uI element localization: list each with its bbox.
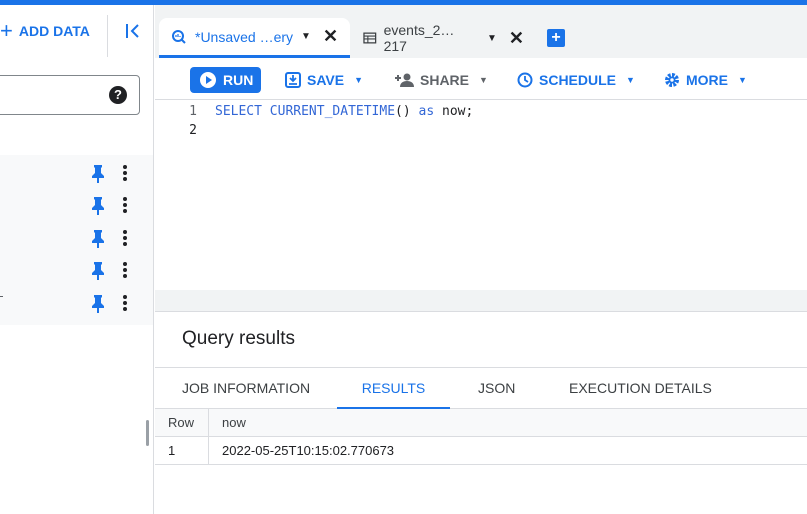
pin-icon[interactable] bbox=[90, 228, 106, 248]
pin-icon[interactable] bbox=[90, 195, 106, 215]
schedule-label: SCHEDULE bbox=[539, 72, 617, 88]
pin-icon[interactable] bbox=[90, 293, 106, 313]
run-label: RUN bbox=[223, 72, 254, 88]
chevron-down-icon[interactable]: ▼ bbox=[487, 33, 497, 44]
keyword-as: as bbox=[418, 104, 435, 119]
clock-icon bbox=[517, 72, 533, 88]
add-data-button[interactable]: + ADD DATA bbox=[0, 20, 90, 42]
add-data-label: ADD DATA bbox=[18, 23, 90, 39]
tab-json[interactable]: JSON bbox=[478, 368, 515, 409]
more-vert-icon[interactable] bbox=[120, 228, 130, 248]
results-title: Query results bbox=[182, 328, 295, 349]
chevron-down-icon: ▼ bbox=[479, 75, 488, 85]
query-toolbar: RUN SAVE ▼ SHARE ▼ SCHEDULE ▼ MORE ▼ bbox=[155, 58, 807, 100]
chevron-down-icon: ▼ bbox=[626, 75, 635, 85]
function-name: CURRENT_DATETIME bbox=[269, 104, 396, 119]
table-header-row: Row now bbox=[155, 409, 807, 437]
new-tab-plus-icon[interactable]: + bbox=[547, 29, 565, 47]
results-tab-bar: JOB INFORMATION RESULTS JSON EXECUTION D… bbox=[155, 367, 807, 409]
column-header-now: now bbox=[222, 415, 246, 430]
more-vert-icon[interactable] bbox=[120, 260, 130, 280]
list-item[interactable] bbox=[0, 254, 153, 286]
more-label: MORE bbox=[686, 72, 728, 88]
close-icon[interactable]: ✕ bbox=[323, 26, 338, 47]
list-item[interactable] bbox=[0, 189, 153, 221]
schedule-button[interactable]: SCHEDULE ▼ bbox=[517, 67, 635, 93]
chevron-down-icon: ▼ bbox=[738, 75, 747, 85]
tab-results[interactable]: RESULTS bbox=[337, 368, 450, 409]
more-vert-icon[interactable] bbox=[120, 163, 130, 183]
run-button[interactable]: RUN bbox=[190, 67, 261, 93]
save-button[interactable]: SAVE ▼ bbox=[285, 67, 363, 93]
tab-label: events_2… 217 bbox=[383, 22, 455, 54]
line-gutter: 1 2 bbox=[175, 102, 197, 140]
gear-icon bbox=[665, 73, 679, 87]
pinned-projects-list bbox=[0, 155, 153, 325]
share-button[interactable]: SHARE ▼ bbox=[394, 67, 488, 93]
keyword-select: SELECT bbox=[215, 104, 262, 119]
tab-execution-details[interactable]: EXECUTION DETAILS bbox=[569, 368, 712, 409]
chevron-down-icon[interactable]: ▼ bbox=[301, 31, 311, 42]
explorer-panel: + ADD DATA ? bbox=[0, 5, 154, 514]
list-item[interactable] bbox=[0, 222, 153, 254]
cell-now: 2022-05-25T10:15:02.770673 bbox=[222, 443, 395, 458]
tab-label: *Unsaved …ery bbox=[195, 28, 294, 45]
divider bbox=[107, 15, 108, 57]
pin-icon[interactable] bbox=[90, 260, 106, 280]
tab-unsaved-query[interactable]: *Unsaved …ery ▼ ✕ bbox=[159, 18, 350, 58]
editor-tab-bar: *Unsaved …ery ▼ ✕ events_2… 217 ▼ ✕ + bbox=[155, 5, 807, 58]
tab-events-table[interactable]: events_2… 217 ▼ ✕ bbox=[359, 18, 524, 58]
code-line[interactable]: SELECT CURRENT_DATETIME() as now; bbox=[215, 102, 473, 121]
tree-connector bbox=[0, 296, 3, 297]
share-label: SHARE bbox=[420, 72, 470, 88]
alias: now; bbox=[442, 104, 474, 119]
query-icon bbox=[172, 29, 186, 44]
list-item[interactable] bbox=[0, 157, 153, 189]
line-number: 2 bbox=[189, 123, 197, 138]
parens: () bbox=[395, 104, 411, 119]
chevron-down-icon: ▼ bbox=[354, 75, 364, 85]
table-icon bbox=[363, 32, 377, 44]
collapse-panel-icon[interactable] bbox=[122, 20, 144, 42]
more-button[interactable]: MORE ▼ bbox=[664, 67, 747, 93]
row-number: 1 bbox=[168, 443, 176, 458]
table-row[interactable]: 1 2022-05-25T10:15:02.770673 bbox=[155, 437, 807, 465]
play-icon bbox=[200, 72, 216, 88]
line-number: 1 bbox=[189, 104, 197, 119]
save-label: SAVE bbox=[307, 72, 345, 88]
sql-editor[interactable]: 1 2 SELECT CURRENT_DATETIME() as now; bbox=[155, 100, 807, 290]
list-item[interactable] bbox=[0, 287, 153, 319]
column-divider bbox=[208, 437, 209, 465]
results-table: Row now 1 2022-05-25T10:15:02.770673 bbox=[155, 409, 807, 465]
column-divider bbox=[208, 409, 209, 437]
more-vert-icon[interactable] bbox=[120, 195, 130, 215]
person-add-icon bbox=[395, 73, 414, 87]
more-vert-icon[interactable] bbox=[120, 293, 130, 313]
column-header-row: Row bbox=[168, 415, 195, 430]
scrollbar-thumb[interactable] bbox=[146, 420, 149, 446]
help-icon[interactable]: ? bbox=[109, 86, 127, 104]
close-icon[interactable]: ✕ bbox=[509, 28, 524, 49]
tab-job-information[interactable]: JOB INFORMATION bbox=[182, 368, 310, 409]
editor-resize-bar[interactable] bbox=[155, 290, 807, 312]
pin-icon[interactable] bbox=[90, 163, 106, 183]
save-icon bbox=[285, 72, 301, 88]
plus-icon: + bbox=[0, 18, 13, 43]
search-input[interactable]: ? bbox=[0, 75, 140, 115]
